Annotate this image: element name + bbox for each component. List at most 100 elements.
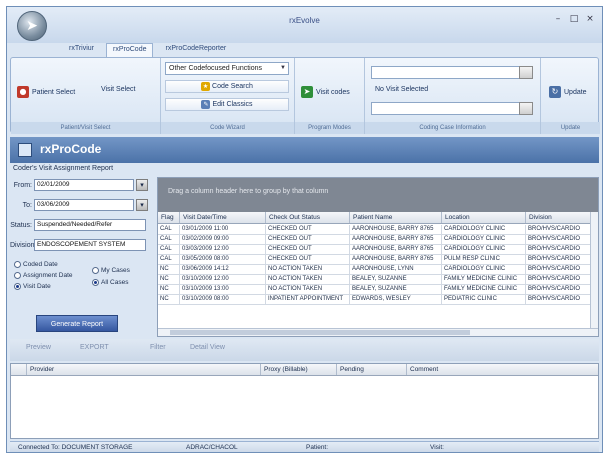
cell-location: PEDIATRIC CLINIC (442, 295, 526, 304)
visit-codes-button[interactable]: ➤ Visit codes (301, 86, 350, 98)
to-date-input[interactable]: 03/06/2009 (34, 199, 134, 211)
cell-flag: NC (158, 275, 180, 284)
cell-location: FAMILY MEDICINE CLINIC (442, 275, 526, 284)
column-header-flag[interactable]: Flag (158, 212, 180, 223)
case-info-lookup-button-1[interactable] (519, 66, 533, 79)
column-header-comment[interactable]: Comment (407, 364, 598, 375)
group-by-panel[interactable]: Drag a column header here to group by th… (158, 178, 598, 212)
table-row[interactable]: NC 03/10/2009 08:00 INPATIENT APPOINTMENT E… (158, 295, 592, 305)
case-info-lookup-button-2[interactable] (519, 102, 533, 115)
calendar-icon[interactable]: ▾ (136, 179, 148, 191)
app-header: rxProCode (10, 137, 599, 163)
status-patient: Patient: (306, 444, 329, 451)
group-label: Program Modes (295, 122, 364, 134)
group-patient-visit-select: ● Patient Select Visit Select Patient/Vi… (11, 58, 161, 134)
cell-visit-date: 03/10/2009 13:00 (180, 285, 266, 294)
cell-division: BRO/HVS/CARDIO (526, 295, 592, 304)
table-row[interactable]: CAL 03/03/2009 12:00 CHECKED OUT AARONHOUSE… (158, 245, 592, 255)
horizontal-scrollbar[interactable] (158, 328, 598, 336)
column-header-proxy-billable[interactable]: Proxy (Billable) (261, 364, 337, 375)
preview-button[interactable]: Preview (26, 344, 51, 351)
column-header-check-out-status[interactable]: Check Out Status (266, 212, 350, 223)
close-icon[interactable]: × (584, 13, 596, 25)
cell-location: CARDIOLOGY CLINIC (442, 245, 526, 254)
cell-visit-date: 03/03/2009 12:00 (180, 245, 266, 254)
assignment-date-radio[interactable]: Assignment Date (14, 272, 73, 279)
from-date-input[interactable]: 02/01/2009 (34, 179, 134, 191)
status-visit: Visit: (430, 444, 444, 451)
cell-flag: CAL (158, 235, 180, 244)
table-row[interactable]: CAL 03/05/2009 08:00 CHECKED OUT AARONHOUSE… (158, 255, 592, 265)
group-program-modes: ➤ Visit codes Program Modes (295, 58, 365, 134)
tab-rxprocodereporter[interactable]: rxProCodeReporter (159, 43, 232, 57)
cell-visit-date: 03/10/2009 08:00 (180, 295, 266, 304)
detail-view-button[interactable]: Detail View (190, 344, 225, 351)
visit-grid: Drag a column header here to group by th… (157, 177, 599, 337)
cell-patient-name: BEALEY, SUZANNE (350, 285, 442, 294)
all-cases-radio[interactable]: All Cases (92, 279, 128, 286)
export-button[interactable]: EXPORT (80, 344, 109, 351)
grid-header: Flag Visit Date/Time Check Out Status Pa… (158, 212, 592, 224)
radio-indicator (14, 283, 21, 290)
ribbon: ● Patient Select Visit Select Patient/Vi… (10, 57, 600, 134)
grid-body: CAL 03/01/2009 11:00 CHECKED OUT AARONHOUSE… (158, 225, 592, 305)
visit-date-radio[interactable]: Visit Date (14, 283, 51, 290)
case-info-field-2[interactable] (371, 102, 531, 115)
calendar-icon[interactable]: ▾ (136, 199, 148, 211)
status-bar: Connected To: DOCUMENT STORAGE ADRAC/CHA… (10, 441, 599, 452)
row-selector-header (11, 364, 27, 375)
cell-location: CARDIOLOGY CLINIC (442, 265, 526, 274)
tab-rxtriviur[interactable]: rxTriviur (63, 43, 100, 57)
group-label: Coding Case Information (365, 122, 540, 134)
coded-date-radio[interactable]: Coded Date (14, 261, 58, 268)
filter-button[interactable]: Filter (150, 344, 166, 351)
my-cases-radio[interactable]: My Cases (92, 267, 130, 274)
minimize-icon[interactable]: – (552, 13, 564, 25)
cell-check-out-status: NO ACTION TAKEN (266, 275, 350, 284)
division-select[interactable]: ENDOSCOPEMENT SYSTEM (34, 239, 146, 251)
codefocused-functions-dropdown[interactable]: Other Codefocused Functions ▼ (165, 62, 289, 75)
column-header-division[interactable]: Division (526, 212, 592, 223)
group-code-wizard: Other Codefocused Functions ▼ ★ Code Sea… (161, 58, 295, 134)
filter-panel: From: 02/01/2009 ▾ To: 03/06/2009 ▾ Stat… (10, 177, 156, 337)
column-header-provider[interactable]: Provider (27, 364, 261, 375)
table-row[interactable]: CAL 03/02/2009 09:00 CHECKED OUT AARONHOUSE… (158, 235, 592, 245)
status-label: Status: (10, 221, 32, 229)
patient-select-button[interactable]: ● Patient Select (17, 86, 75, 98)
cell-division: BRO/HVS/CARDIO (526, 245, 592, 254)
visit-select-button[interactable]: Visit Select (101, 86, 136, 93)
generate-report-button[interactable]: Generate Report (36, 315, 118, 332)
table-row[interactable]: NC 03/10/2009 12:00 NO ACTION TAKEN BEALEY,… (158, 275, 592, 285)
arrow-icon: ➤ (301, 86, 313, 98)
update-button[interactable]: ↻ Update (549, 86, 587, 98)
grid-toolbar: Preview EXPORT Filter Detail View (10, 339, 599, 361)
group-label: Patient/Visit Select (11, 122, 160, 134)
edit-classics-button[interactable]: ✎ Edit Classics (165, 98, 289, 111)
cell-flag: CAL (158, 245, 180, 254)
cell-division: BRO/HVS/CARDIO (526, 255, 592, 264)
tab-rxprocode[interactable]: rxProCode (106, 43, 154, 57)
status-row: Status: Suspended/Needed/Refer (10, 219, 146, 231)
vertical-scrollbar[interactable] (590, 212, 598, 330)
column-header-location[interactable]: Location (442, 212, 526, 223)
column-header-visit-date[interactable]: Visit Date/Time (180, 212, 266, 223)
column-header-patient-name[interactable]: Patient Name (350, 212, 442, 223)
status-select[interactable]: Suspended/Needed/Refer (34, 219, 146, 231)
scroll-thumb[interactable] (170, 330, 470, 335)
cell-check-out-status: CHECKED OUT (266, 245, 350, 254)
window-controls: – □ × (552, 13, 596, 25)
code-search-button[interactable]: ★ Code Search (165, 80, 289, 93)
ribbon-tabs: rxTriviur rxProCode rxProCodeReporter (63, 43, 232, 57)
cell-flag: NC (158, 285, 180, 294)
table-row[interactable]: CAL 03/01/2009 11:00 CHECKED OUT AARONHOUSE… (158, 225, 592, 235)
cell-flag: NC (158, 295, 180, 304)
column-header-pending[interactable]: Pending (337, 364, 407, 375)
procode-icon (18, 143, 32, 157)
to-label: To: (22, 201, 32, 209)
case-info-field-1[interactable] (371, 66, 531, 79)
table-row[interactable]: NC 03/06/2009 14:12 NO ACTION TAKEN AARONHO… (158, 265, 592, 275)
cell-division: BRO/HVS/CARDIO (526, 285, 592, 294)
cell-location: CARDIOLOGY CLINIC (442, 225, 526, 234)
maximize-icon[interactable]: □ (568, 13, 580, 25)
table-row[interactable]: NC 03/10/2009 13:00 NO ACTION TAKEN BEALEY,… (158, 285, 592, 295)
